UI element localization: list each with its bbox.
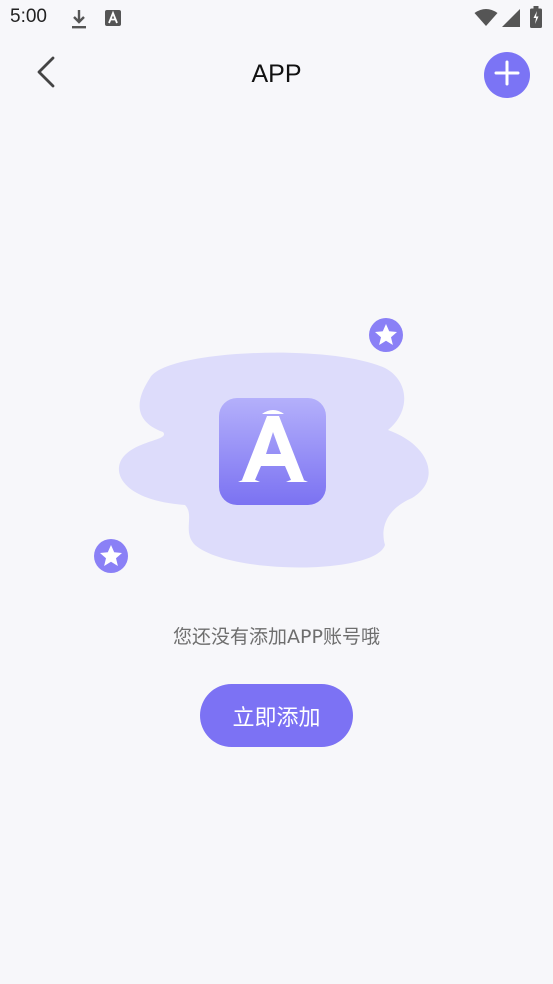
plus-icon <box>494 60 520 90</box>
battery-charging-icon <box>530 6 542 32</box>
star-badge-icon <box>369 318 403 352</box>
add-app-button[interactable] <box>484 52 530 98</box>
empty-state-illustration <box>0 300 553 600</box>
app-bar: APP <box>0 38 553 114</box>
page-title: APP <box>251 60 302 88</box>
a-app-icon <box>219 398 326 505</box>
status-time: 5:00 <box>10 6 47 27</box>
download-icon <box>70 8 88 34</box>
wifi-icon <box>474 9 498 31</box>
star-badge-icon <box>94 539 128 573</box>
a-app-icon <box>105 10 121 30</box>
add-now-button[interactable]: 立即添加 <box>200 684 353 747</box>
status-bar: 5:00 <box>0 0 553 38</box>
empty-state-message: 您还没有添加APP账号哦 <box>173 626 380 648</box>
cellular-signal-icon <box>502 9 520 31</box>
